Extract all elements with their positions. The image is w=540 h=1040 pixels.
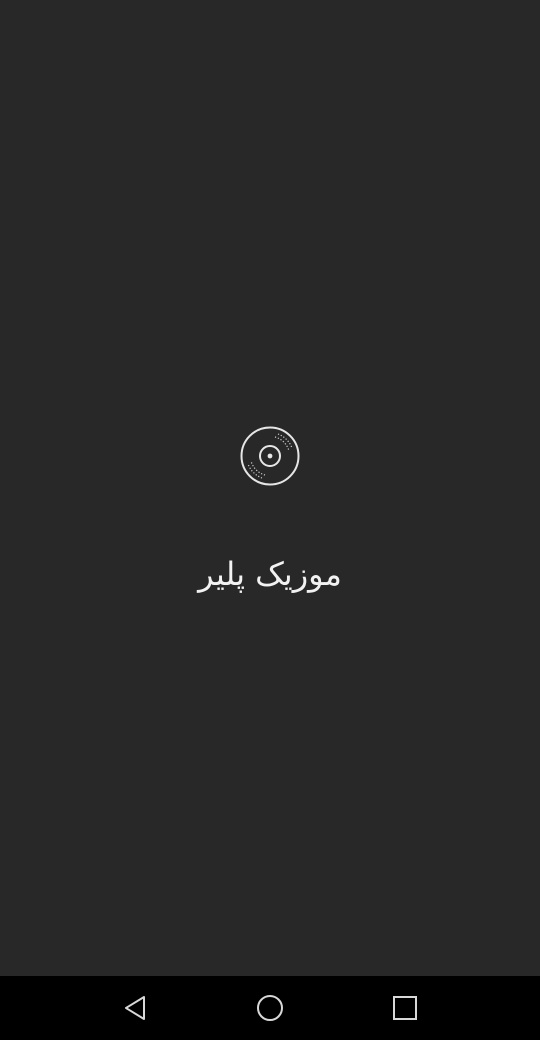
system-navigation-bar <box>0 976 540 1040</box>
app-title: موزیک پلیر <box>198 555 342 593</box>
back-button[interactable] <box>115 988 155 1028</box>
splash-content: موزیک پلیر <box>0 0 540 976</box>
vinyl-disc-icon <box>240 426 300 486</box>
splash-screen: موزیک پلیر <box>0 0 540 1040</box>
circle-home-icon <box>257 995 283 1021</box>
home-button[interactable] <box>250 988 290 1028</box>
square-recents-icon <box>393 996 417 1020</box>
recents-button[interactable] <box>385 988 425 1028</box>
triangle-back-icon <box>125 996 145 1020</box>
